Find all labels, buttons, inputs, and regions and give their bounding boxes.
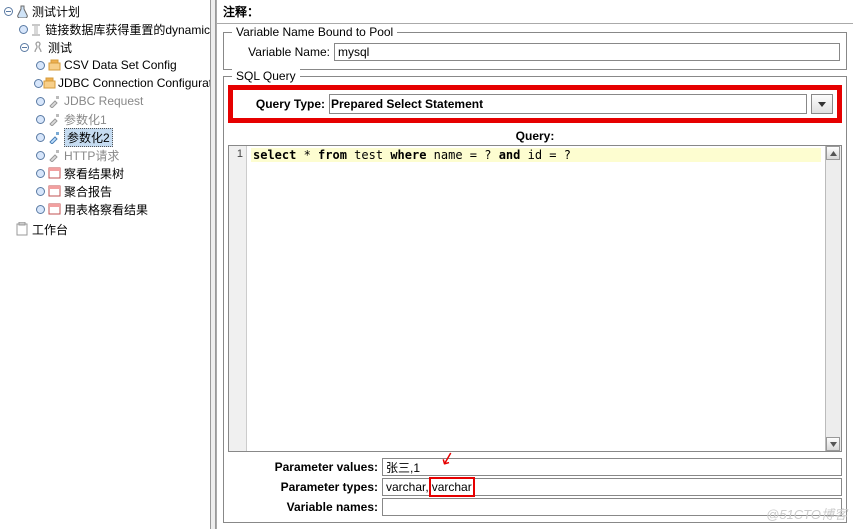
listener-icon xyxy=(46,165,62,181)
tree-item-jdbc-request[interactable]: JDBC Request xyxy=(2,92,210,110)
pipette-icon xyxy=(46,111,62,127)
tree-label: JDBC Request xyxy=(64,94,143,108)
variable-name-label: Variable Name: xyxy=(230,45,330,59)
line-gutter: 1 xyxy=(229,146,247,451)
scroll-up-icon[interactable] xyxy=(826,146,840,160)
expand-handle-icon[interactable] xyxy=(2,223,14,235)
vertical-scrollbar[interactable] xyxy=(825,146,841,451)
tree-item-csv[interactable]: CSV Data Set Config xyxy=(2,56,210,74)
flask-icon xyxy=(14,3,30,19)
config-icon xyxy=(43,75,56,91)
expand-handle-icon[interactable] xyxy=(18,23,29,35)
expand-handle-icon[interactable] xyxy=(34,167,46,179)
param-values-label: Parameter values: xyxy=(228,460,378,474)
parameter-rows: Parameter values: Parameter types: varch… xyxy=(228,456,842,518)
expand-handle-icon[interactable] xyxy=(34,185,46,197)
editor-panel: 注释： Variable Name Bound to Pool Variable… xyxy=(216,0,853,529)
variable-name-input[interactable] xyxy=(334,43,840,61)
expand-handle-icon[interactable] xyxy=(34,59,46,71)
variable-names-label: Variable names: xyxy=(228,500,378,514)
fieldset-legend: Variable Name Bound to Pool xyxy=(232,25,397,39)
pipette-icon xyxy=(46,93,62,109)
expand-handle-icon[interactable] xyxy=(34,149,46,161)
clipboard-icon xyxy=(14,221,30,237)
listener-icon xyxy=(46,183,62,199)
comments-label: 注释： xyxy=(217,0,853,23)
expand-handle-icon[interactable] xyxy=(34,95,46,107)
expand-handle-icon[interactable] xyxy=(34,77,43,89)
expand-handle-icon[interactable] xyxy=(34,203,46,215)
query-type-highlight: Query Type: Prepared Select Statement xyxy=(228,85,842,123)
tree-item-db-conn[interactable]: 链接数据库获得重置的dynamic xyxy=(2,20,210,38)
tree-label: CSV Data Set Config xyxy=(64,58,177,72)
watermark-text: @51CTO博客 xyxy=(766,504,847,523)
tree-label: 测试 xyxy=(48,39,72,56)
expand-handle-icon[interactable] xyxy=(34,131,46,143)
tree-item-http[interactable]: HTTP请求 xyxy=(2,146,210,164)
tree-item-param1[interactable]: 参数化1 xyxy=(2,110,210,128)
param-types-label: Parameter types: xyxy=(228,480,378,494)
query-type-label: Query Type: xyxy=(237,97,325,111)
tree-label: 测试计划 xyxy=(32,3,80,20)
scroll-down-icon[interactable] xyxy=(826,437,840,451)
tree-item-workbench[interactable]: 工作台 xyxy=(2,220,210,238)
query-header-label: Query: xyxy=(228,127,842,145)
tree-label: 参数化1 xyxy=(64,111,107,128)
pipette-icon xyxy=(46,129,62,145)
tree-item-result-tree[interactable]: 察看结果树 xyxy=(2,164,210,182)
sql-editor: 1 select * from test where name = ? and … xyxy=(228,145,842,452)
pipette-icon xyxy=(46,147,62,163)
variable-pool-fieldset: Variable Name Bound to Pool Variable Nam… xyxy=(223,32,847,70)
tree-item-test-plan[interactable]: 测试计划 xyxy=(2,2,210,20)
config-icon xyxy=(46,57,62,73)
tree-item-param2[interactable]: 参数化2 xyxy=(2,128,210,146)
expand-toggle-icon[interactable] xyxy=(18,41,30,53)
tree-item-aggregate[interactable]: 聚合报告 xyxy=(2,182,210,200)
sql-textarea[interactable]: select * from test where name = ? and id… xyxy=(247,146,825,451)
tree-label: 工作台 xyxy=(32,221,68,238)
dropdown-arrow-icon[interactable] xyxy=(811,94,833,114)
tree-label: 察看结果树 xyxy=(64,165,124,182)
tree-item-test-group[interactable]: 测试 xyxy=(2,38,210,56)
tree-item-table-results[interactable]: 用表格察看结果 xyxy=(2,200,210,218)
pillar-icon xyxy=(29,21,43,37)
expand-toggle-icon[interactable] xyxy=(2,5,14,17)
listener-icon xyxy=(46,201,62,217)
tree-label: 参数化2 xyxy=(64,128,113,147)
tree-item-jdbc-config[interactable]: JDBC Connection Configurat xyxy=(2,74,210,92)
tree-label: JDBC Connection Configurat xyxy=(58,76,210,90)
expand-handle-icon[interactable] xyxy=(34,113,46,125)
tree-label: 链接数据库获得重置的dynamic xyxy=(45,21,210,38)
tree-label: 聚合报告 xyxy=(64,183,112,200)
sql-query-fieldset: SQL Query Query Type: Prepared Select St… xyxy=(223,76,847,523)
param-types-input[interactable]: varchar,varchar xyxy=(382,478,842,496)
thread-icon xyxy=(30,39,46,55)
tree-label: 用表格察看结果 xyxy=(64,201,148,218)
tree-label: HTTP请求 xyxy=(64,147,119,164)
param-types-highlight: varchar xyxy=(429,477,475,497)
query-type-select[interactable]: Prepared Select Statement xyxy=(329,94,807,114)
fieldset-legend: SQL Query xyxy=(232,69,300,83)
test-plan-tree: 测试计划 链接数据库获得重置的dynamic 测试 CSV Data Set C… xyxy=(0,0,210,529)
param-values-input[interactable] xyxy=(382,458,842,476)
